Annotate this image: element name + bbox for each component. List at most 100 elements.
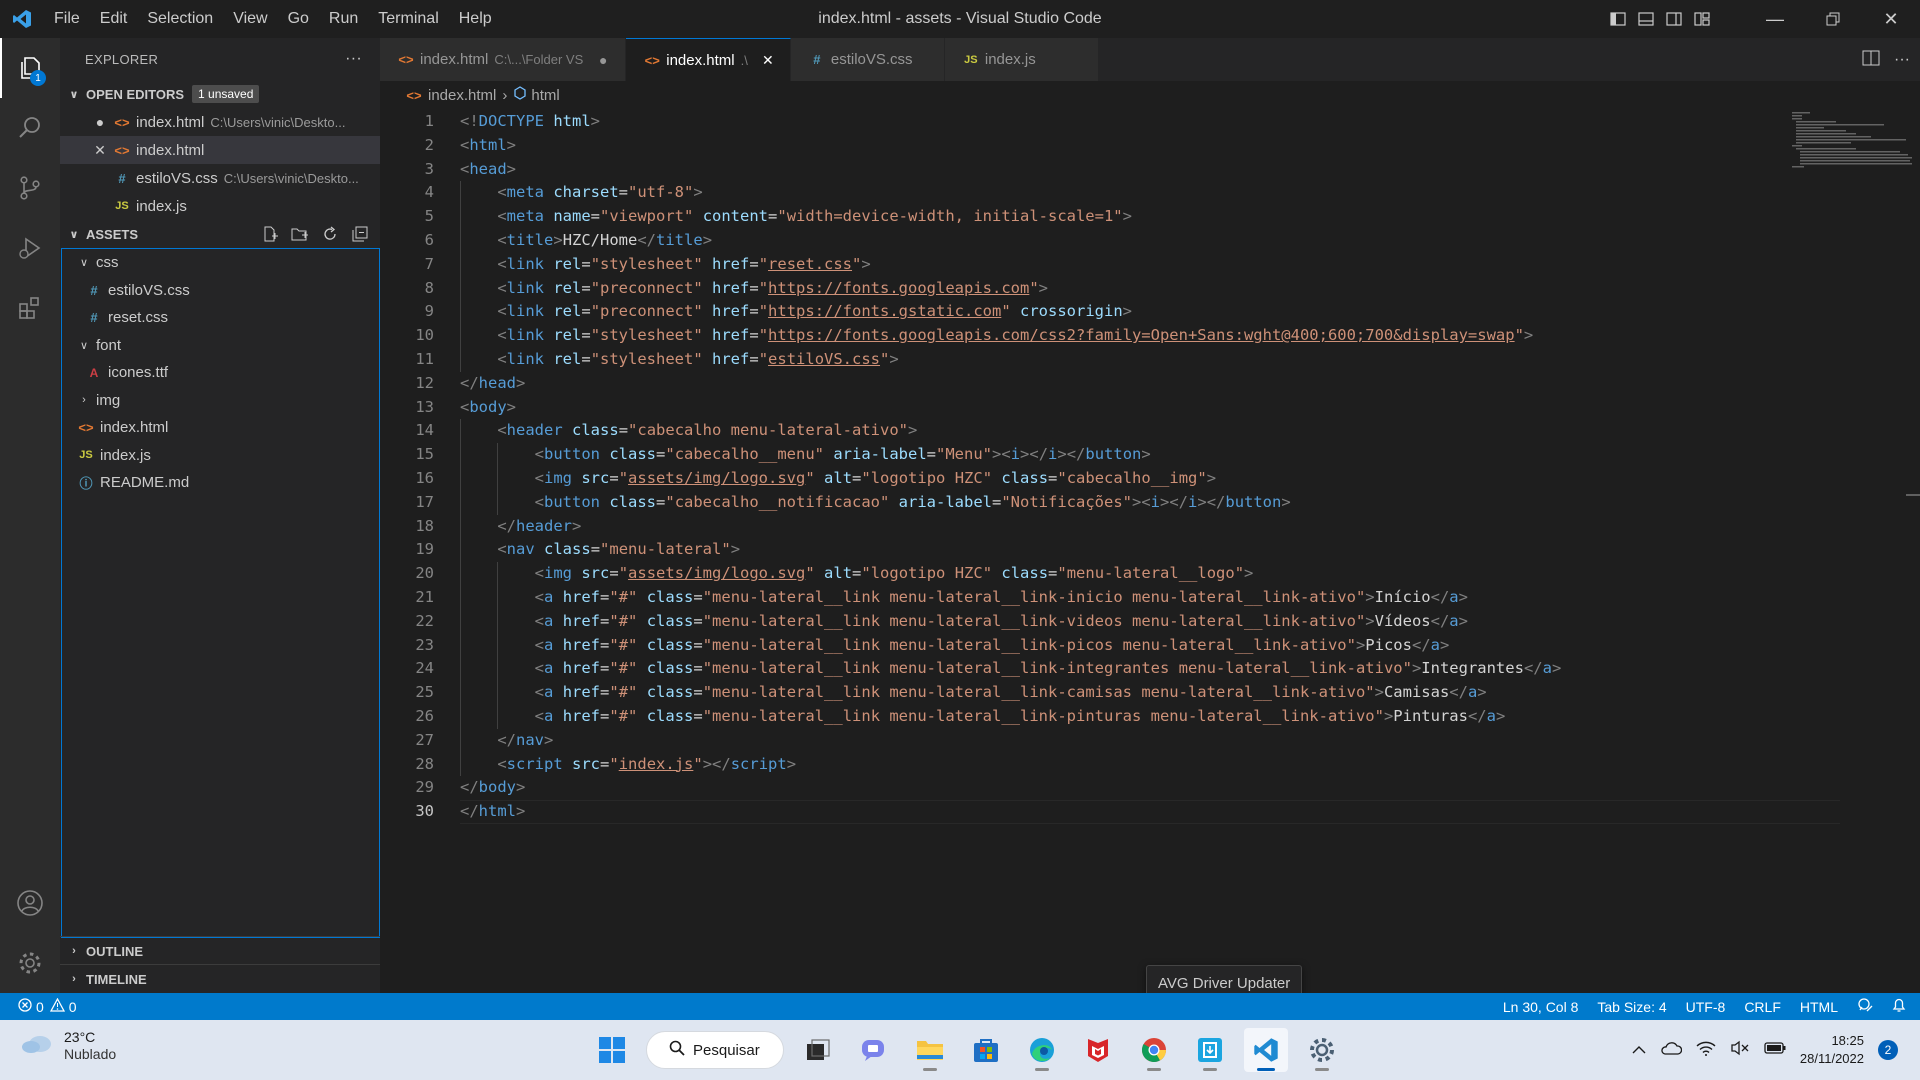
- file-item[interactable]: JS index.js: [62, 442, 379, 470]
- refresh-icon[interactable]: [320, 224, 340, 244]
- more-actions-icon[interactable]: ···: [1894, 51, 1910, 69]
- close-icon[interactable]: ✕: [760, 52, 776, 69]
- onedrive-cloud-icon[interactable]: [1660, 1041, 1683, 1059]
- close-icon[interactable]: ✕: [88, 142, 112, 159]
- show-hidden-icons-chevron-up-icon[interactable]: [1632, 1042, 1646, 1059]
- menu-run[interactable]: Run: [319, 0, 368, 38]
- close-window-button[interactable]: ✕: [1862, 0, 1920, 38]
- file-item[interactable]: # reset.css: [62, 304, 379, 332]
- code-token: >: [572, 516, 582, 535]
- open-editor-item[interactable]: ✕ <> index.html: [60, 136, 380, 164]
- timeline-header[interactable]: › TIMELINE: [60, 965, 380, 993]
- file-item[interactable]: # estiloVS.css: [62, 277, 379, 305]
- encoding[interactable]: UTF-8: [1686, 999, 1726, 1015]
- code-token: ": [758, 349, 769, 368]
- customize-layout-icon[interactable]: [1688, 0, 1716, 38]
- tab-index-html[interactable]: <> index.html .\ ✕: [626, 38, 791, 81]
- menu-edit[interactable]: Edit: [90, 0, 138, 38]
- open-editors-header[interactable]: ∨ OPEN EDITORS 1 unsaved: [60, 80, 380, 108]
- split-editor-icon[interactable]: [1862, 50, 1880, 70]
- menu-terminal[interactable]: Terminal: [368, 0, 448, 38]
- menu-file[interactable]: File: [44, 0, 90, 38]
- mcafee-icon[interactable]: [1076, 1028, 1120, 1072]
- code-token: a: [1467, 683, 1478, 702]
- file-item[interactable]: ⓘ README.md: [62, 469, 379, 497]
- code-token: =: [1048, 564, 1058, 583]
- indent-guide: [460, 300, 461, 325]
- open-editor-name: estiloVS.css: [136, 169, 218, 187]
- menu-view[interactable]: View: [223, 0, 277, 38]
- tab-size[interactable]: Tab Size: 4: [1597, 999, 1666, 1015]
- new-folder-icon[interactable]: [290, 224, 310, 244]
- clock[interactable]: 18:25 28/11/2022: [1800, 1032, 1864, 1068]
- folder-item[interactable]: ∨ css: [62, 249, 379, 277]
- folder-item[interactable]: › img: [62, 387, 379, 415]
- run-debug-icon[interactable]: [0, 218, 60, 278]
- volume-muted-icon[interactable]: [1730, 1040, 1750, 1060]
- battery-charging-icon[interactable]: [1764, 1041, 1786, 1059]
- code-editor[interactable]: 1 <!DOCTYPE html> 2 <html> 3 <head> 4 <meta ch…: [380, 110, 1840, 824]
- taskbar-search[interactable]: Pesquisar: [646, 1031, 784, 1069]
- weather-widget[interactable]: 23°C Nublado: [20, 1028, 116, 1062]
- line-ending[interactable]: CRLF: [1744, 999, 1781, 1015]
- problems-status[interactable]: 0 0: [0, 997, 77, 1015]
- vscode-taskbar-icon[interactable]: [1244, 1028, 1288, 1072]
- line-number: 23: [415, 635, 434, 654]
- start-button[interactable]: [590, 1028, 634, 1072]
- breadcrumb-symbol[interactable]: html: [531, 87, 559, 104]
- tab-estiloVS-css[interactable]: # estiloVS.css: [790, 38, 945, 81]
- unsaved-dot-icon[interactable]: ●: [88, 114, 112, 130]
- menu-go[interactable]: Go: [278, 0, 319, 38]
- new-file-icon[interactable]: [260, 224, 280, 244]
- avg-driver-updater-icon[interactable]: [1188, 1028, 1232, 1072]
- toggle-primary-sidebar-icon[interactable]: [1604, 0, 1632, 38]
- notifications-bell-icon[interactable]: [1892, 997, 1906, 1016]
- toggle-panel-icon[interactable]: [1632, 0, 1660, 38]
- account-icon[interactable]: [0, 873, 60, 933]
- language-mode[interactable]: HTML: [1800, 999, 1838, 1015]
- chevron-down-icon: ∨: [69, 88, 79, 101]
- outline-header[interactable]: › OUTLINE: [60, 937, 380, 965]
- menu-help[interactable]: Help: [449, 0, 502, 38]
- restore-button[interactable]: [1804, 0, 1862, 38]
- wifi-icon[interactable]: [1696, 1040, 1716, 1060]
- settings-gear-icon[interactable]: [0, 933, 60, 993]
- cursor-position[interactable]: Ln 30, Col 8: [1503, 999, 1579, 1015]
- open-editor-item[interactable]: JS index.js: [60, 192, 380, 220]
- tab-index-js[interactable]: JS index.js: [944, 38, 1099, 81]
- minimize-button[interactable]: —: [1746, 0, 1804, 38]
- code-token: Vídeos: [1374, 611, 1431, 630]
- source-control-icon[interactable]: [0, 158, 60, 218]
- minimap[interactable]: [1792, 110, 1912, 170]
- file-explorer-icon[interactable]: [908, 1028, 952, 1072]
- settings-app-icon[interactable]: [1300, 1028, 1344, 1072]
- toggle-secondary-sidebar-icon[interactable]: [1660, 0, 1688, 38]
- chrome-browser-icon[interactable]: [1132, 1028, 1176, 1072]
- assets-header[interactable]: ∨ ASSETS: [60, 220, 380, 248]
- tab-index-html[interactable]: <> index.html C:\...\Folder VS ●: [380, 38, 627, 81]
- file-item[interactable]: <> index.html: [62, 414, 379, 442]
- code-token: class: [1001, 468, 1049, 487]
- search-icon[interactable]: [0, 98, 60, 158]
- menu-selection[interactable]: Selection: [137, 0, 223, 38]
- explorer-icon[interactable]: 1: [0, 38, 60, 98]
- task-view-icon[interactable]: [796, 1028, 840, 1072]
- extensions-icon[interactable]: [0, 278, 60, 338]
- folder-item[interactable]: ∨ font: [62, 332, 379, 360]
- open-editor-item[interactable]: # estiloVS.css C:\Users\vinic\Deskto...: [60, 164, 380, 192]
- breadcrumb-file[interactable]: index.html: [428, 87, 496, 104]
- teams-chat-icon[interactable]: [852, 1028, 896, 1072]
- line-text: </head>: [434, 372, 525, 396]
- feedback-icon[interactable]: [1857, 997, 1873, 1016]
- file-item[interactable]: Aicones.ttf: [62, 359, 379, 387]
- open-editor-item[interactable]: ● <> index.html C:\Users\vinic\Deskto...: [60, 108, 380, 136]
- unsaved-dot-icon[interactable]: ●: [595, 52, 611, 68]
- microsoft-store-icon[interactable]: [964, 1028, 1008, 1072]
- collapse-all-icon[interactable]: [350, 224, 370, 244]
- code-token: <: [534, 468, 544, 487]
- code-token: =: [581, 302, 591, 321]
- notification-badge[interactable]: 2: [1878, 1040, 1898, 1060]
- edge-browser-icon[interactable]: [1020, 1028, 1064, 1072]
- more-actions-icon[interactable]: ···: [345, 50, 362, 68]
